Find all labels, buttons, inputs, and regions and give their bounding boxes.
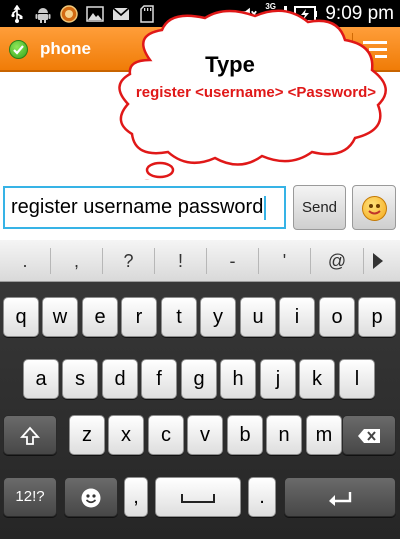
space-key[interactable]: [155, 477, 241, 517]
suggestion-hyphen[interactable]: -: [207, 240, 258, 282]
enter-icon: [329, 491, 352, 506]
key-f[interactable]: f: [141, 359, 177, 399]
backspace-icon: [358, 428, 380, 443]
key-m[interactable]: m: [306, 415, 342, 455]
smiley-key-icon: [81, 488, 101, 508]
key-j[interactable]: j: [260, 359, 296, 399]
key-w[interactable]: w: [42, 297, 78, 337]
key-e[interactable]: e: [82, 297, 118, 337]
key-y[interactable]: y: [200, 297, 236, 337]
annotation-command: register <username> <Password>: [135, 84, 377, 101]
emoji-button[interactable]: [352, 185, 396, 230]
backspace-key[interactable]: [342, 415, 396, 455]
key-t[interactable]: t: [161, 297, 197, 337]
send-button[interactable]: Send: [293, 185, 346, 230]
annotation-title: Type: [205, 52, 255, 77]
key-period[interactable]: .: [248, 477, 276, 517]
key-h[interactable]: h: [220, 359, 256, 399]
key-v[interactable]: v: [187, 415, 223, 455]
smiley-icon: [362, 196, 387, 221]
key-o[interactable]: o: [319, 297, 355, 337]
symbol-suggestion-bar: . , ? ! - ' @: [0, 240, 400, 282]
key-b[interactable]: b: [227, 415, 263, 455]
key-c[interactable]: c: [148, 415, 184, 455]
message-input-text: register username password: [11, 196, 264, 218]
key-l[interactable]: l: [339, 359, 375, 399]
soft-keyboard: . , ? ! - ' @ q w e r t y u i o p a s d …: [0, 240, 400, 539]
key-p[interactable]: p: [358, 297, 396, 337]
key-z[interactable]: z: [69, 415, 105, 455]
key-i[interactable]: i: [279, 297, 315, 337]
key-u[interactable]: u: [240, 297, 276, 337]
shift-key[interactable]: [3, 415, 57, 455]
key-comma[interactable]: ,: [124, 477, 148, 517]
compose-bar: register username password Send: [0, 180, 400, 238]
text-cursor: [264, 195, 267, 220]
suggestion-question[interactable]: ?: [103, 240, 154, 282]
key-d[interactable]: d: [102, 359, 138, 399]
key-q[interactable]: q: [3, 297, 39, 337]
suggestion-period[interactable]: .: [0, 240, 50, 282]
divider: [363, 248, 364, 274]
key-n[interactable]: n: [266, 415, 302, 455]
space-icon: [181, 493, 215, 503]
key-a[interactable]: a: [23, 359, 59, 399]
key-r[interactable]: r: [121, 297, 157, 337]
emoji-key[interactable]: [64, 477, 118, 517]
symbols-key[interactable]: 12!?: [3, 477, 57, 517]
key-g[interactable]: g: [181, 359, 217, 399]
shift-icon: [20, 426, 40, 445]
enter-key[interactable]: [284, 477, 396, 517]
more-suggestions-arrow-icon[interactable]: [373, 253, 383, 269]
key-x[interactable]: x: [108, 415, 144, 455]
suggestion-comma[interactable]: ,: [51, 240, 102, 282]
suggestion-at[interactable]: @: [311, 240, 363, 282]
key-s[interactable]: s: [62, 359, 98, 399]
suggestion-apostrophe[interactable]: ': [259, 240, 310, 282]
message-input[interactable]: register username password: [3, 186, 286, 229]
key-k[interactable]: k: [299, 359, 335, 399]
suggestion-exclamation[interactable]: !: [155, 240, 206, 282]
